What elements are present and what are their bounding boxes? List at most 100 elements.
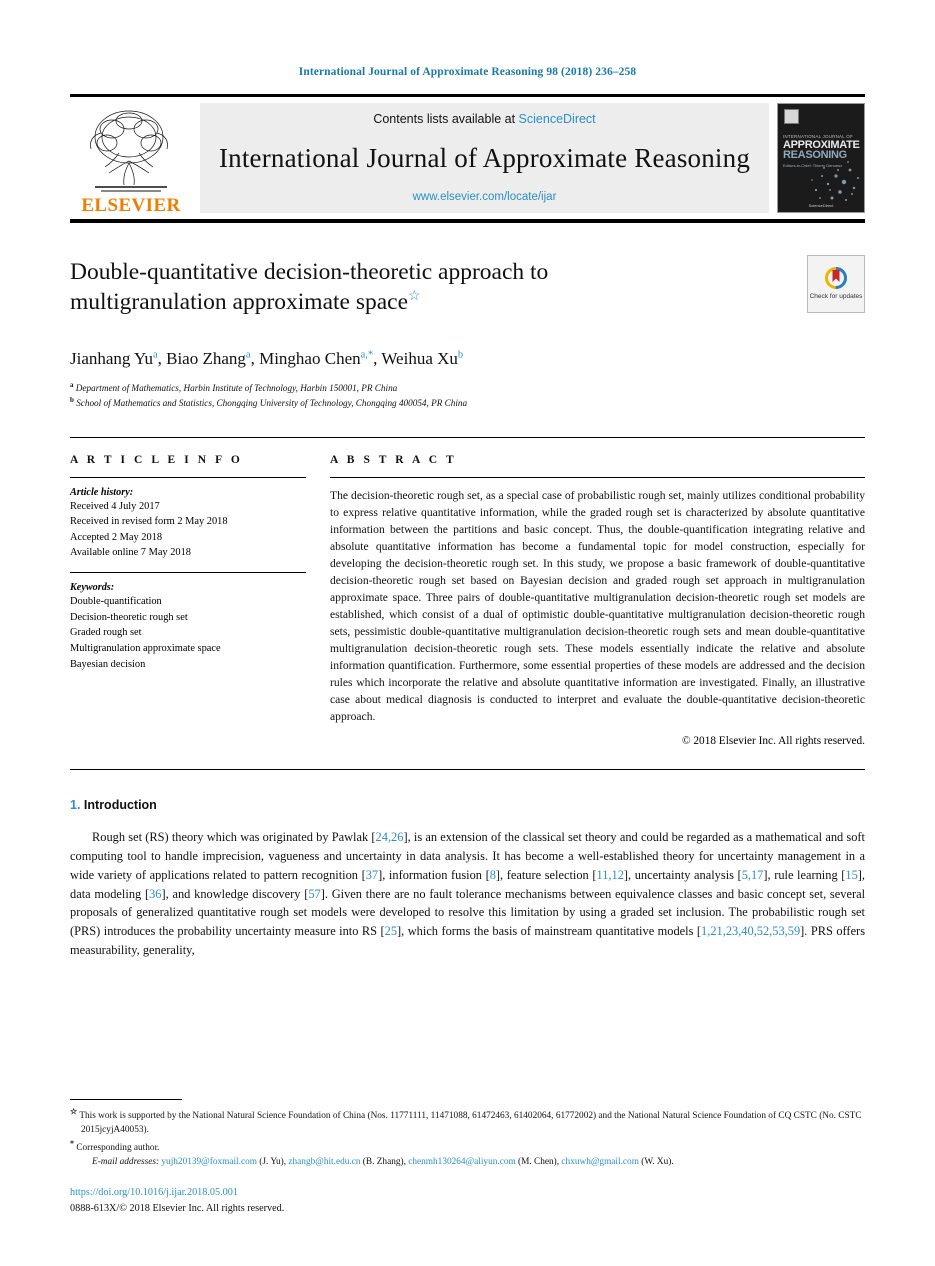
section-title: Introduction <box>83 798 157 813</box>
article-history-item: Accepted 2 May 2018 <box>70 531 163 543</box>
title-block: Double-quantitative decision-theoretic a… <box>70 255 865 327</box>
citation-link[interactable]: 5,17 <box>742 868 764 882</box>
journal-url-link[interactable]: www.elsevier.com/locate/ijar <box>413 191 557 203</box>
paragraph-text: ], and knowledge discovery [ <box>161 886 309 901</box>
article-title-line1: Double-quantitative decision-theoretic a… <box>70 259 549 285</box>
crossmark-icon <box>825 267 847 290</box>
keyword-item: Multigranulation approximate space <box>70 642 221 654</box>
paragraph-text: ], information fusion [ <box>378 867 490 882</box>
keyword-item: Double-quantification <box>70 596 162 608</box>
abstract-text: The decision-theoretic rough set, as a s… <box>330 488 865 724</box>
page-footer: https://doi.org/10.1016/j.ijar.2018.05.0… <box>70 1185 284 1216</box>
paragraph-text: ], which forms the basis of mainstream q… <box>397 924 702 939</box>
email-link[interactable]: yujh20139@foxmail.com <box>161 1157 257 1167</box>
funding-footnote: ☆ This work is supported by the National… <box>70 1106 865 1138</box>
email-link[interactable]: zhangb@hit.edu.cn <box>288 1157 360 1167</box>
article-history-item: Received 4 July 2017 <box>70 500 160 512</box>
keywords-rule <box>70 572 306 574</box>
citation-link[interactable]: 57 <box>308 887 320 901</box>
email-author: (W. Xu). <box>638 1157 674 1168</box>
abstract-rule <box>330 476 865 478</box>
article-first-page: International Journal of Approximate Rea… <box>0 0 935 1266</box>
info-abstract-section: A R T I C L E I N F O Article history: R… <box>70 436 865 747</box>
author-name: Weihua Xu <box>381 349 458 368</box>
citation-link[interactable]: 24,26 <box>376 830 404 844</box>
running-head: International Journal of Approximate Rea… <box>298 66 637 78</box>
affiliation-marker: b <box>70 396 74 405</box>
article-info-column: A R T I C L E I N F O Article history: R… <box>70 454 306 747</box>
body-top-rule <box>70 769 865 771</box>
affiliation-item: b School of Mathematics and Statistics, … <box>70 395 865 410</box>
article-history-item: Received in revised form 2 May 2018 <box>70 516 228 528</box>
contents-available-line: Contents lists available at ScienceDirec… <box>373 112 595 126</box>
abstract-copyright: © 2018 Elsevier Inc. All rights reserved… <box>681 735 865 748</box>
journal-masthead: ELSEVIER Contents lists available at Sci… <box>70 94 865 219</box>
email-author: (B. Zhang), <box>360 1157 409 1168</box>
cover-subtitle: Editors-in-Chief: Thierry Denoeux <box>783 163 843 168</box>
email-link[interactable]: chxuwh@gmail.com <box>561 1157 639 1167</box>
article-history-item: Available online 7 May 2018 <box>70 547 192 559</box>
section-number: 1. <box>70 798 81 813</box>
paragraph-text: Rough set (RS) theory which was originat… <box>92 830 376 845</box>
paragraph-text: ], uncertainty analysis [ <box>623 867 742 882</box>
author-affiliation-marker: b <box>457 349 464 361</box>
author-affiliation-marker: a,* <box>360 349 374 361</box>
footnote-rule <box>70 1099 182 1101</box>
author-name: Biao Zhang <box>166 349 246 368</box>
article-title-line2: multigranulation approximate space <box>70 289 409 316</box>
cover-footer: ScienceDirect <box>808 203 834 208</box>
author-separator: , <box>157 349 167 368</box>
corresponding-author-footnote: * Corresponding author. <box>70 1138 865 1156</box>
affiliation-text: School of Mathematics and Statistics, Ch… <box>76 398 468 409</box>
doi-link[interactable]: https://doi.org/10.1016/j.ijar.2018.05.0… <box>70 1185 284 1200</box>
funding-footnote-text: This work is supported by the National N… <box>79 1111 862 1136</box>
author-list: Jianhang Yua, Biao Zhanga, Minghao Chena… <box>70 349 865 369</box>
introduction-paragraph: Rough set (RS) theory which was originat… <box>70 828 865 960</box>
author-name: Jianhang Yu <box>70 349 153 368</box>
masthead-bottom-rule <box>70 219 865 223</box>
article-history-heading: Article history: <box>70 486 134 498</box>
citation-link[interactable]: 25 <box>385 924 397 938</box>
corresponding-author-text: Corresponding author. <box>76 1143 160 1154</box>
masthead-center-panel: Contents lists available at ScienceDirec… <box>200 103 769 213</box>
section-heading-introduction: 1. Introduction <box>70 798 865 812</box>
author-name: Minghao Chen <box>259 349 361 368</box>
email-author: (J. Yu), <box>256 1157 289 1168</box>
citation-link[interactable]: 11,12 <box>596 868 623 882</box>
abstract-column: A B S T R A C T The decision-theoretic r… <box>330 454 865 747</box>
paragraph-text: ], feature selection [ <box>495 867 597 882</box>
article-info-rule <box>70 476 306 478</box>
keyword-item: Graded rough set <box>70 627 142 639</box>
journal-cover-thumbnail: INTERNATIONAL JOURNAL OF APPROXIMATE REA… <box>777 103 865 213</box>
crossmark-label: Check for updates <box>809 293 863 301</box>
crossmark-badge[interactable]: Check for updates <box>807 255 865 313</box>
affiliation-marker: a <box>70 381 74 389</box>
corresponding-author-marker: * <box>70 1139 74 1149</box>
citation-link[interactable]: 36 <box>149 887 161 901</box>
email-author: (M. Chen), <box>515 1157 562 1168</box>
elsevier-tree-icon <box>90 110 168 192</box>
paragraph-text: ], rule learning [ <box>763 867 846 882</box>
email-footnote: E-mail addresses: yujh20139@foxmail.com … <box>70 1156 865 1170</box>
affiliation-text: Department of Mathematics, Harbin Instit… <box>75 383 398 394</box>
cover-title-line2: REASONING <box>783 149 847 161</box>
journal-title: International Journal of Approximate Rea… <box>218 143 751 173</box>
article-info-label: A R T I C L E I N F O <box>70 453 243 466</box>
issn-copyright: 0888-613X/© 2018 Elsevier Inc. All right… <box>70 1202 285 1214</box>
keywords-heading: Keywords: <box>70 582 115 594</box>
citation-link[interactable]: 15 <box>845 868 857 882</box>
affiliation-list: a Department of Mathematics, Harbin Inst… <box>70 380 865 411</box>
footnote-block: ☆ This work is supported by the National… <box>70 1099 865 1170</box>
funding-footnote-marker: ☆ <box>70 1107 78 1117</box>
email-label: E-mail addresses: <box>92 1157 160 1168</box>
keyword-item: Bayesian decision <box>70 658 146 670</box>
contents-prefix: Contents lists available at <box>373 112 519 126</box>
affiliation-item: a Department of Mathematics, Harbin Inst… <box>70 380 865 395</box>
page-title: Double-quantitative decision-theoretic a… <box>70 257 710 317</box>
citation-link[interactable]: 37 <box>366 868 378 882</box>
elsevier-wordmark: ELSEVIER <box>81 195 181 216</box>
sciencedirect-link[interactable]: ScienceDirect <box>519 112 596 126</box>
email-link[interactable]: chenmh130264@aliyun.com <box>408 1157 515 1167</box>
title-footnote-marker[interactable]: ☆ <box>408 289 421 304</box>
citation-link[interactable]: 1,21,23,40,52,53,59 <box>701 924 800 938</box>
